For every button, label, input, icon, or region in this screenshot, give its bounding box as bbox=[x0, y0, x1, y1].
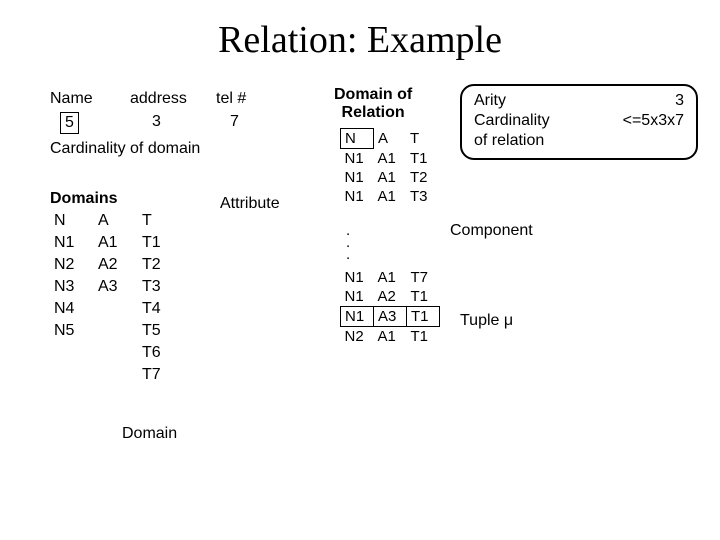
name-cardinality: 5 bbox=[60, 112, 79, 134]
arity-label: Arity bbox=[474, 92, 506, 110]
component-label: Component bbox=[450, 222, 533, 240]
tuple-label: Tuple μ bbox=[460, 312, 513, 330]
of-relation: of relation bbox=[474, 132, 544, 149]
relation-table-top: N A T N1A1T1 N1A1T2 N1A1T3 bbox=[340, 128, 438, 206]
attribute-label: Attribute bbox=[220, 195, 280, 213]
tel-cardinality: 7 bbox=[230, 113, 239, 131]
slide-title: Relation: Example bbox=[0, 18, 720, 62]
col-tel: tel # bbox=[216, 90, 246, 108]
domain-of-relation: Domain of Relation bbox=[334, 86, 412, 122]
arity-value: 3 bbox=[675, 92, 684, 110]
tuple-mu: N1 A3 T1 bbox=[341, 307, 440, 327]
properties-box: Arity 3 Cardinality <=5x3x7 of relation bbox=[460, 84, 698, 160]
col-address: address bbox=[130, 90, 187, 108]
cardinality-of-domain: Cardinality of domain bbox=[50, 140, 200, 158]
cardinality-value: <=5x3x7 bbox=[623, 112, 684, 130]
ellipsis: ... bbox=[346, 225, 350, 261]
domains-header: Domains bbox=[50, 190, 118, 208]
col-name: Name bbox=[50, 90, 93, 108]
domain-label: Domain bbox=[122, 425, 177, 443]
cardinality-label: Cardinality bbox=[474, 112, 550, 130]
relation-table-bottom: N1A1T7 N1A2T1 N1 A3 T1 N2A1T1 bbox=[340, 268, 440, 346]
address-cardinality: 3 bbox=[152, 113, 161, 131]
domains-table: N A T N1A1T1 N2A2T2 N3A3T3 N4T4 N5T5 T6 … bbox=[50, 210, 182, 386]
